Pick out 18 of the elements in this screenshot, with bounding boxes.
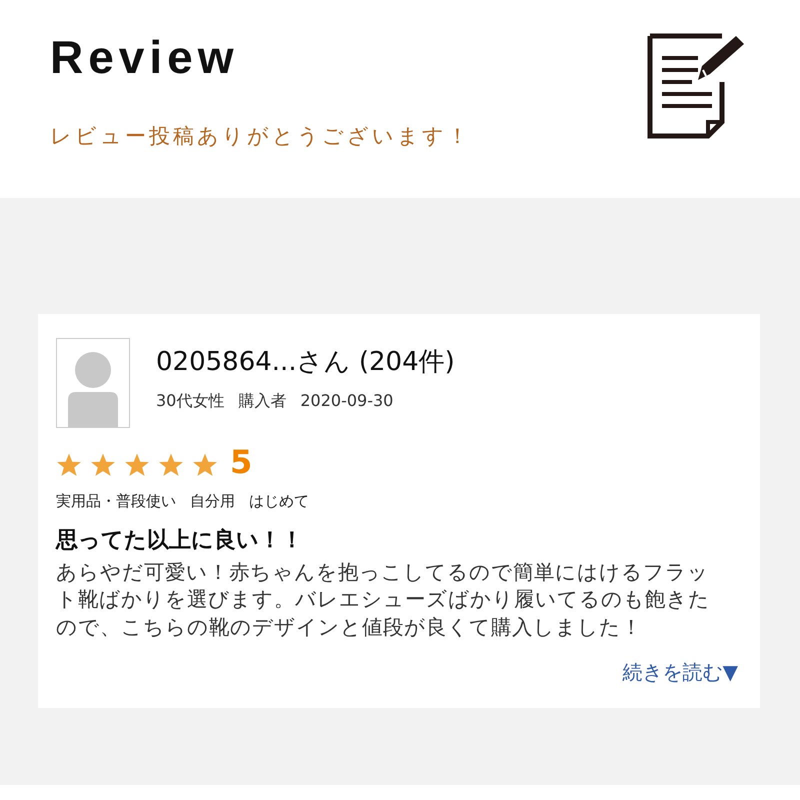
read-more-link[interactable]: 続きを読む▼: [622, 658, 738, 686]
review-text: あらやだ可愛い！赤ちゃんを抱っこしてるので簡単にはけるフラット靴ばかりを選びます。バレエシューズばかり履いてるのも飽きたので、こちらの靴のデザインと値段が良くて購入しました！: [56, 559, 711, 640]
star-icon: [90, 452, 116, 478]
review-headline: 思ってた以上に良い！！: [56, 527, 304, 555]
usage-tag: 自分用: [190, 492, 235, 511]
star-icon: [56, 452, 82, 478]
reviewer-info: 30代女性: [156, 391, 224, 412]
usage-tag: はじめて: [249, 492, 309, 511]
reviewer-info: 2020-09-30: [300, 391, 394, 412]
reviewer-info: 購入者: [238, 391, 286, 412]
star-icon: [124, 452, 150, 478]
rating-score: 5: [230, 446, 252, 478]
star-icon: [192, 452, 218, 478]
thank-you-message: レビュー投稿ありがとうございます！: [50, 123, 471, 150]
usage-tag: 実用品・普段使い: [56, 492, 176, 511]
star-icon: [158, 452, 184, 478]
page-title: Review: [50, 34, 240, 80]
reviewer-name: 0205864...さん (204件): [156, 346, 455, 379]
